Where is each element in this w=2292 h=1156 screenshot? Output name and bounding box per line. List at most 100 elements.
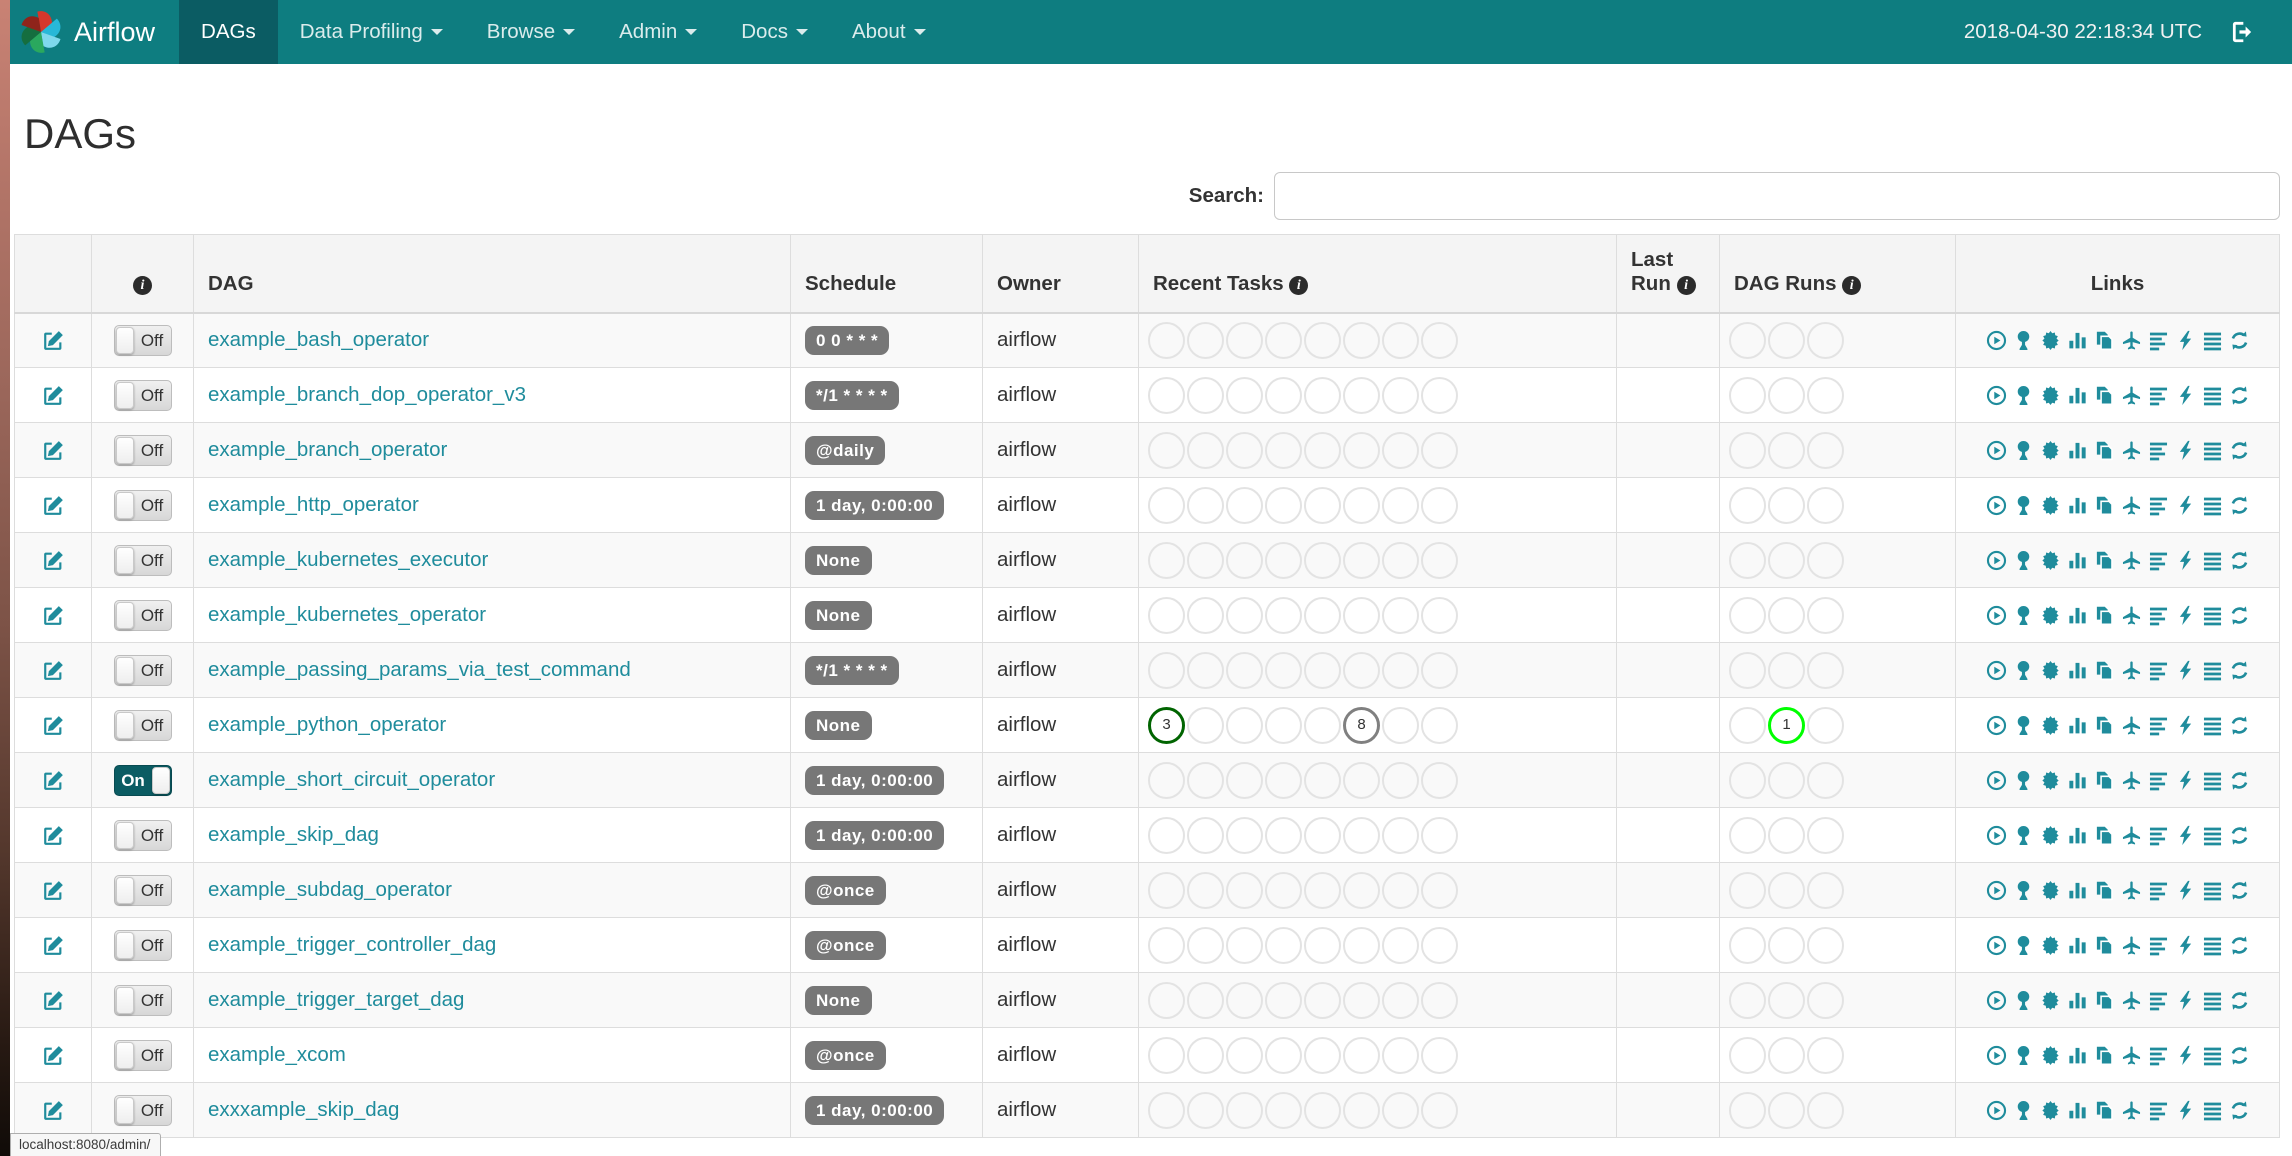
dag-run-circle[interactable] (1807, 871, 1844, 909)
dag-run-circle[interactable] (1729, 706, 1766, 744)
recent-task-circle[interactable] (1421, 871, 1458, 909)
task-tries-icon[interactable] (2094, 603, 2115, 627)
code-view-icon[interactable] (2175, 1098, 2196, 1122)
dag-run-circle[interactable] (1729, 761, 1766, 799)
recent-task-circle[interactable] (1382, 376, 1419, 414)
tasks-duration-icon[interactable] (2067, 768, 2088, 792)
tree-view-icon[interactable] (2013, 383, 2034, 407)
refresh-icon[interactable] (2229, 603, 2250, 627)
dag-pause-toggle[interactable]: Off (113, 489, 172, 521)
gantt-view-icon[interactable] (2148, 933, 2169, 957)
recent-task-circle[interactable] (1382, 486, 1419, 524)
edit-dag-icon[interactable] (42, 493, 65, 517)
recent-task-circle[interactable] (1343, 761, 1380, 799)
task-tries-icon[interactable] (2094, 383, 2115, 407)
recent-task-circle[interactable] (1343, 486, 1380, 524)
recent-task-circle[interactable] (1226, 651, 1263, 689)
edit-dag-icon[interactable] (42, 438, 65, 462)
recent-task-circle[interactable] (1421, 981, 1458, 1019)
schedule-badge[interactable]: None (805, 985, 872, 1015)
recent-task-circle[interactable] (1187, 541, 1224, 579)
landing-times-icon[interactable] (2121, 1098, 2142, 1122)
dag-pause-toggle[interactable]: Off (113, 1039, 172, 1071)
graph-view-icon[interactable] (2040, 1098, 2061, 1122)
landing-times-icon[interactable] (2121, 823, 2142, 847)
recent-task-circle[interactable] (1343, 596, 1380, 634)
task-tries-icon[interactable] (2094, 493, 2115, 517)
recent-task-circle[interactable] (1148, 761, 1185, 799)
tree-view-icon[interactable] (2013, 823, 2034, 847)
trigger-dag-icon[interactable] (1986, 768, 2007, 792)
code-view-icon[interactable] (2175, 383, 2196, 407)
edit-dag-icon[interactable] (42, 933, 65, 957)
edit-dag-icon[interactable] (42, 768, 65, 792)
recent-task-circle[interactable] (1148, 816, 1185, 854)
code-view-icon[interactable] (2175, 603, 2196, 627)
edit-dag-icon[interactable] (42, 713, 65, 737)
dag-run-circle[interactable] (1768, 1091, 1805, 1129)
code-view-icon[interactable] (2175, 988, 2196, 1012)
tree-view-icon[interactable] (2013, 713, 2034, 737)
dag-run-circle[interactable] (1729, 376, 1766, 414)
code-view-icon[interactable] (2175, 658, 2196, 682)
dag-link[interactable]: exxxample_skip_dag (208, 1098, 399, 1121)
edit-dag-icon[interactable] (42, 823, 65, 847)
refresh-icon[interactable] (2229, 933, 2250, 957)
tasks-duration-icon[interactable] (2067, 1098, 2088, 1122)
recent-task-circle[interactable] (1421, 816, 1458, 854)
task-tries-icon[interactable] (2094, 988, 2115, 1012)
recent-task-circle[interactable] (1421, 486, 1458, 524)
dag-details-icon[interactable] (2202, 493, 2223, 517)
task-tries-icon[interactable] (2094, 658, 2115, 682)
refresh-icon[interactable] (2229, 1043, 2250, 1067)
tree-view-icon[interactable] (2013, 658, 2034, 682)
dag-pause-toggle[interactable]: Off (113, 654, 172, 686)
dag-details-icon[interactable] (2202, 383, 2223, 407)
refresh-icon[interactable] (2229, 383, 2250, 407)
code-view-icon[interactable] (2175, 768, 2196, 792)
schedule-badge[interactable]: 1 day, 0:00:00 (805, 820, 945, 850)
recent-task-circle[interactable] (1148, 486, 1185, 524)
graph-view-icon[interactable] (2040, 933, 2061, 957)
nav-item-about[interactable]: About (830, 0, 948, 64)
schedule-badge[interactable]: 1 day, 0:00:00 (805, 1095, 945, 1125)
gantt-view-icon[interactable] (2148, 493, 2169, 517)
recent-task-circle[interactable] (1187, 1036, 1224, 1074)
dag-run-circle[interactable] (1729, 1091, 1766, 1129)
recent-task-circle[interactable] (1343, 321, 1380, 359)
logout-icon[interactable] (2230, 19, 2256, 45)
recent-task-circle[interactable] (1343, 431, 1380, 469)
recent-task-circle[interactable] (1343, 376, 1380, 414)
recent-task-circle[interactable] (1187, 926, 1224, 964)
gantt-view-icon[interactable] (2148, 658, 2169, 682)
tasks-duration-icon[interactable] (2067, 988, 2088, 1012)
code-view-icon[interactable] (2175, 328, 2196, 352)
code-view-icon[interactable] (2175, 878, 2196, 902)
refresh-icon[interactable] (2229, 878, 2250, 902)
schedule-badge[interactable]: 0 0 * * * (805, 325, 890, 355)
nav-item-data-profiling[interactable]: Data Profiling (278, 0, 465, 64)
code-view-icon[interactable] (2175, 933, 2196, 957)
recent-task-circle[interactable] (1343, 981, 1380, 1019)
recent-task-circle[interactable] (1304, 761, 1341, 799)
recent-task-circle[interactable] (1343, 871, 1380, 909)
dag-link[interactable]: example_trigger_controller_dag (208, 933, 496, 956)
edit-dag-icon[interactable] (42, 328, 65, 352)
recent-task-circle[interactable] (1265, 1091, 1302, 1129)
dag-details-icon[interactable] (2202, 933, 2223, 957)
refresh-icon[interactable] (2229, 768, 2250, 792)
dag-details-icon[interactable] (2202, 1098, 2223, 1122)
recent-task-circle[interactable] (1265, 816, 1302, 854)
dag-link[interactable]: example_subdag_operator (208, 878, 452, 901)
recent-task-circle[interactable] (1148, 926, 1185, 964)
trigger-dag-icon[interactable] (1986, 823, 2007, 847)
trigger-dag-icon[interactable] (1986, 878, 2007, 902)
recent-task-circle[interactable] (1382, 1091, 1419, 1129)
dag-run-circle[interactable] (1768, 981, 1805, 1019)
tree-view-icon[interactable] (2013, 328, 2034, 352)
refresh-icon[interactable] (2229, 823, 2250, 847)
airflow-brand[interactable]: Airflow (18, 0, 155, 64)
recent-task-circle[interactable] (1187, 706, 1224, 744)
gantt-view-icon[interactable] (2148, 713, 2169, 737)
dag-details-icon[interactable] (2202, 988, 2223, 1012)
